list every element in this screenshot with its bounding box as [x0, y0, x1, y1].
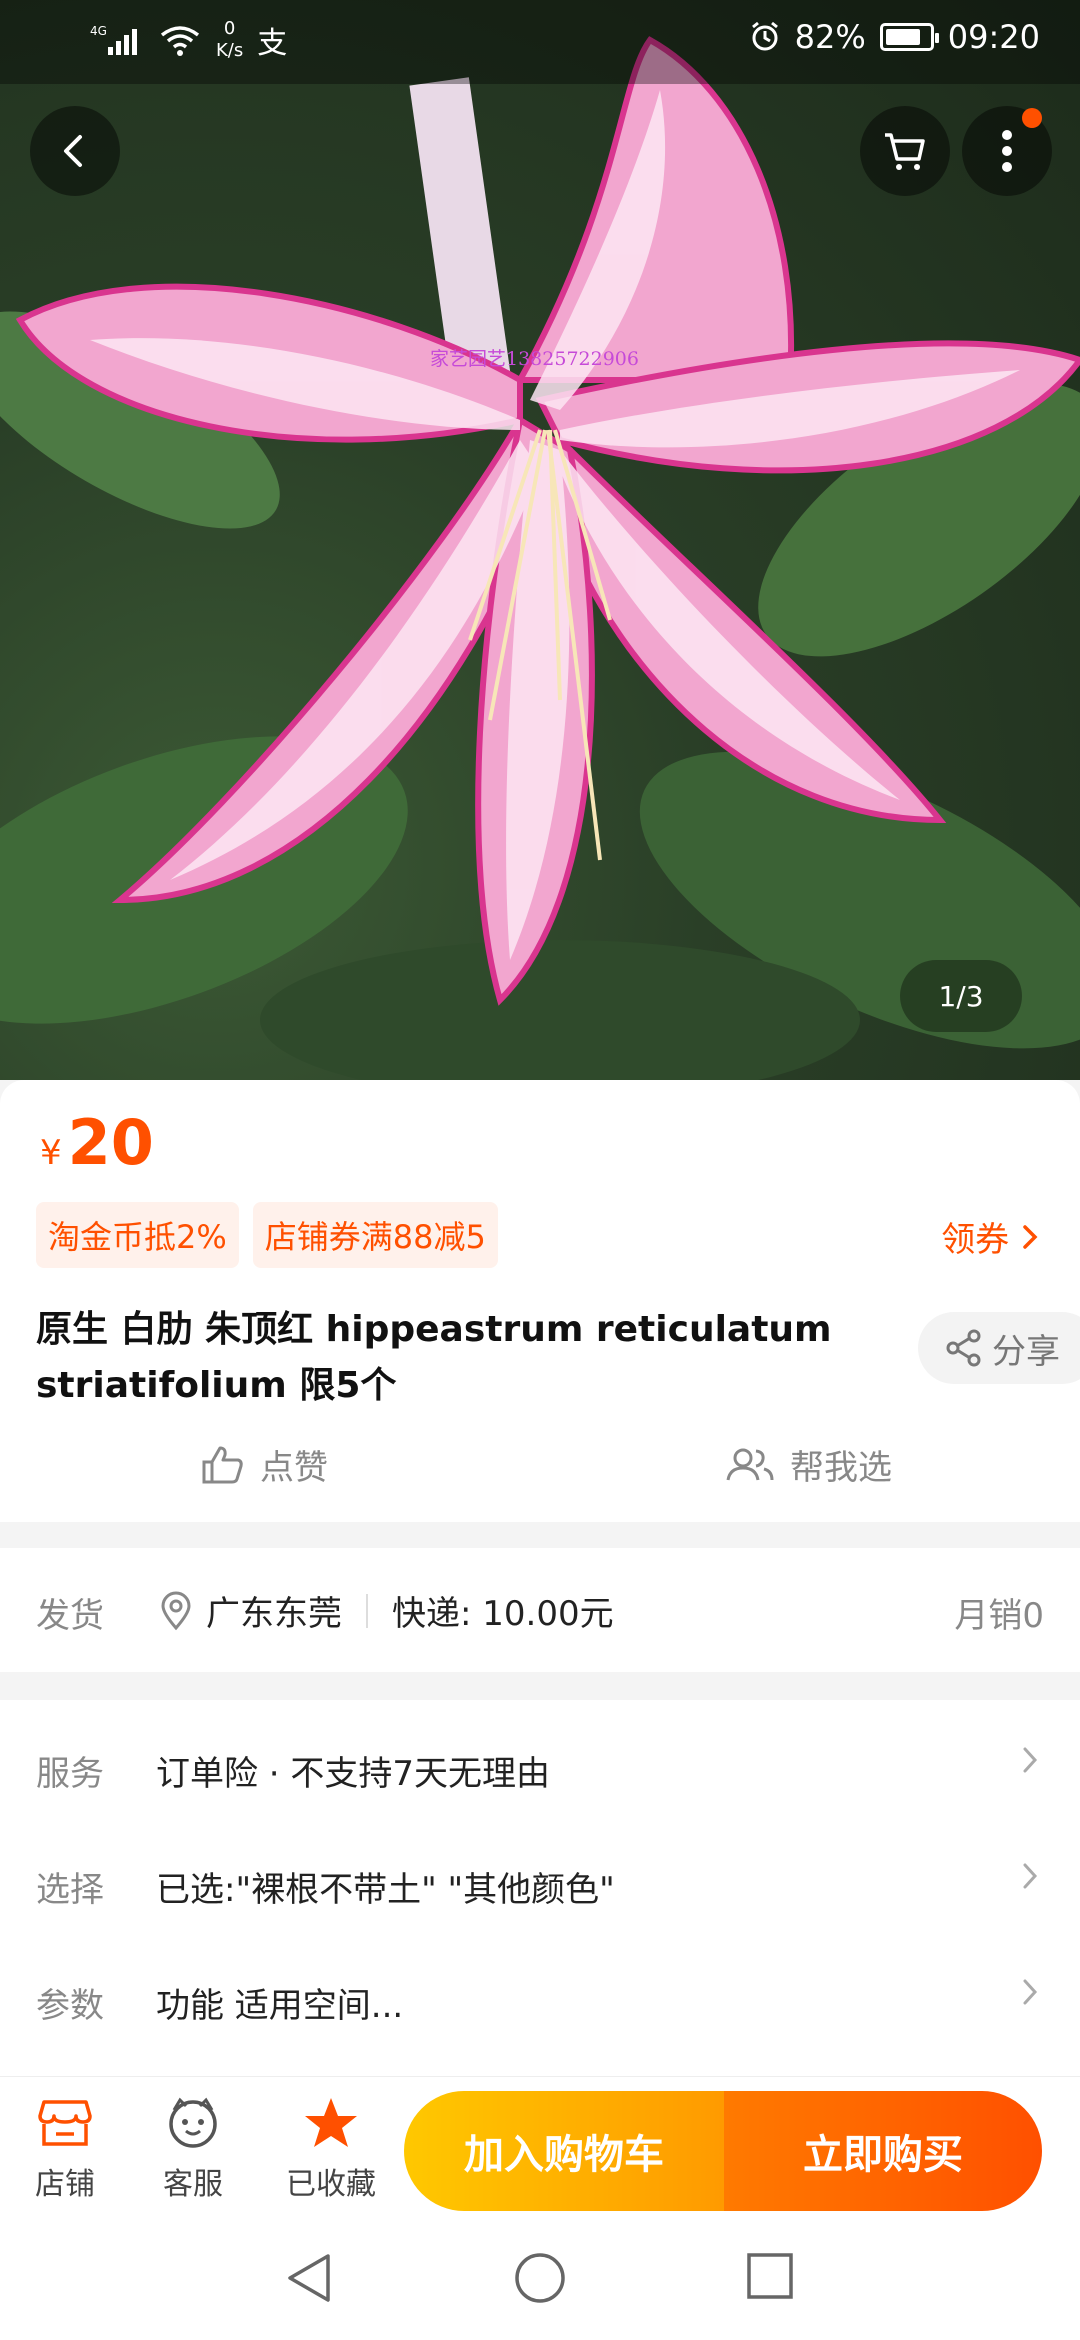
help-me-choose-label: 帮我选 [790, 1448, 892, 1488]
wifi-icon [160, 26, 200, 56]
store-icon [38, 2100, 92, 2146]
promo-tags: 淘金币抵2% 店铺券满88减5 [36, 1202, 498, 1268]
system-navigation-bar [0, 2212, 1080, 2340]
like-button[interactable]: 点赞 [200, 1440, 328, 1489]
selection-row[interactable]: 选择 已选:"裸根不带土" "其他颜色" [0, 1834, 1080, 1934]
share-label: 分享 [992, 1331, 1060, 1372]
cart-button[interactable] [860, 106, 950, 196]
alipay-icon: 支 [257, 26, 288, 61]
battery-icon [879, 23, 939, 51]
chevron-right-icon [1023, 1979, 1038, 2005]
currency-symbol: ¥ [40, 1133, 62, 1173]
bottom-action-bar: 店铺 客服 已收藏 加入购物车 立即购买 [0, 2076, 1080, 2212]
add-to-cart-button[interactable]: 加入购物车 [404, 2091, 724, 2211]
chevron-right-icon [1023, 1225, 1038, 1249]
service-value: 订单险 · 不支持7天无理由 [156, 1754, 551, 1794]
promo-tag-coupon: 店铺券满88减5 [252, 1202, 498, 1268]
shipping-label: 发货 [36, 1596, 104, 1636]
parameters-label: 参数 [36, 1986, 104, 2026]
divider [366, 1593, 368, 1628]
product-image-carousel[interactable]: 4G 0 K/s 支 82% 09:20 家艺园艺13825722906 1/3 [0, 0, 1080, 1080]
shipping-location: 广东东莞 [206, 1594, 342, 1634]
customer-service-label: 客服 [163, 2167, 223, 2202]
get-coupon-label: 领券 [941, 1220, 1010, 1260]
customer-service-button[interactable]: 客服 [138, 2093, 248, 2203]
selection-label: 选择 [36, 1870, 104, 1910]
battery-percent: 82% [794, 18, 866, 56]
help-me-choose-button[interactable]: 帮我选 [726, 1440, 892, 1489]
product-title: 原生 白肋 朱顶红 hippeastrum reticulatum striat… [36, 1309, 832, 1406]
svg-text:4G: 4G [90, 24, 107, 38]
cart-icon [885, 133, 925, 170]
parameters-row[interactable]: 参数 功能 适用空间... [0, 1950, 1080, 2050]
users-icon [726, 1448, 774, 1480]
monthly-sales: 月销0 [954, 1596, 1044, 1636]
price: ¥ 20 [40, 1106, 154, 1179]
shipping-row[interactable]: 发货 广东东莞 快递: 10.00元 月销0 [0, 1548, 1080, 1672]
favorite-label: 已收藏 [286, 2167, 376, 2202]
notification-dot [1022, 108, 1042, 128]
image-watermark: 家艺园艺13825722906 [430, 348, 639, 370]
customer-service-icon [169, 2097, 217, 2148]
store-button[interactable]: 店铺 [10, 2093, 120, 2203]
shipping-info: 广东东莞 快递: 10.00元 [160, 1586, 614, 1635]
promo-tag-coins: 淘金币抵2% [36, 1202, 239, 1268]
store-label: 店铺 [35, 2167, 95, 2202]
favorite-button[interactable]: 已收藏 [276, 2093, 386, 2203]
net-speed: 0 K/s [216, 18, 244, 61]
system-recents-icon[interactable] [744, 2250, 796, 2302]
system-back-icon[interactable] [284, 2250, 336, 2306]
service-label: 服务 [36, 1754, 104, 1794]
buy-now-button[interactable]: 立即购买 [724, 2091, 1042, 2211]
more-menu-button[interactable] [962, 106, 1052, 196]
product-info-list: 服务 订单险 · 不支持7天无理由 选择 已选:"裸根不带土" "其他颜色" 参… [0, 1700, 1080, 2076]
share-button[interactable]: 分享 [918, 1312, 1080, 1384]
price-amount: 20 [67, 1106, 154, 1179]
more-vertical-icon [1002, 130, 1012, 172]
get-coupon-link[interactable]: 领券 [941, 1212, 1040, 1261]
location-pin-icon [161, 1591, 191, 1630]
chevron-right-icon [1023, 1863, 1038, 1889]
back-button[interactable] [30, 106, 120, 196]
image-pager: 1/3 [900, 960, 1022, 1032]
product-summary-card: ¥ 20 淘金币抵2% 店铺券满88减5 领券 原生 白肋 朱顶红 hippea… [0, 1080, 1080, 1522]
chevron-left-icon [64, 135, 82, 167]
chevron-right-icon [1023, 1747, 1038, 1773]
system-home-icon[interactable] [512, 2250, 568, 2306]
parameters-value: 功能 适用空间... [156, 1986, 404, 2026]
signal-icon: 4G [90, 24, 137, 55]
selection-value: 已选:"裸根不带土" "其他颜色" [156, 1870, 615, 1910]
clock: 09:20 [947, 18, 1040, 56]
like-label: 点赞 [260, 1448, 328, 1488]
service-row[interactable]: 服务 订单险 · 不支持7天无理由 [0, 1718, 1080, 1818]
thumbs-up-icon [202, 1446, 243, 1483]
alarm-icon [751, 21, 778, 51]
star-icon [305, 2098, 357, 2147]
purchase-buttons: 加入购物车 立即购买 [404, 2091, 1042, 2211]
share-icon [946, 1329, 981, 1367]
shipping-fee: 快递: 10.00元 [392, 1594, 614, 1634]
status-bar: 4G 0 K/s 支 82% 09:20 [0, 0, 1080, 84]
